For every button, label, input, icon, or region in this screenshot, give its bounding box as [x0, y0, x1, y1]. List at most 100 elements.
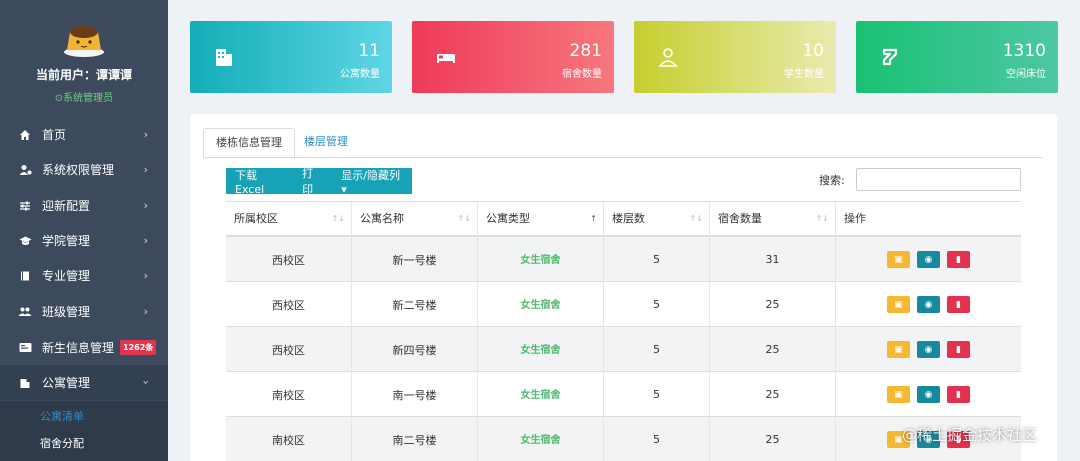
sort-asc-icon: ↑	[590, 214, 597, 223]
book-icon	[18, 269, 32, 283]
cell-floors: 5	[604, 417, 710, 461]
column-header-rooms[interactable]: 宿舍数量 ↑↓	[710, 202, 836, 237]
sort-icon: ↑↓	[689, 214, 703, 223]
sort-icon: ↑↓	[457, 214, 471, 223]
sidebar-item-class[interactable]: 班级管理 ›	[0, 294, 168, 329]
stat-value: 281	[569, 41, 602, 61]
submenu-apartment-list[interactable]: 公寓清单	[40, 408, 84, 424]
submenu-dorm-allocation[interactable]: 宿舍分配	[40, 435, 84, 451]
delete-button[interactable]: ▮	[947, 341, 970, 358]
sidebar-item-apartment[interactable]: 公寓管理 ›	[0, 365, 168, 400]
table-toolbar: 下载Excel 打印 显示/隐藏列▾	[226, 165, 412, 197]
sort-icon: ↑↓	[331, 214, 345, 223]
sidebar-item-major[interactable]: 专业管理 ›	[0, 258, 168, 293]
column-header-name[interactable]: 公寓名称 ↑↓	[352, 202, 478, 237]
chevron-right-icon: ›	[143, 269, 148, 282]
sidebar-item-permissions[interactable]: 系统权限管理 ›	[0, 152, 168, 187]
cell-actions: ▣ ◉ ▮	[836, 282, 1021, 327]
sidebar-item-label: 公寓管理	[42, 376, 91, 390]
cell-type: 女生宿舍	[478, 327, 604, 372]
sidebar-item-freshman-info[interactable]: 新生信息管理 1262条	[0, 330, 168, 365]
table-header: 所属校区 ↑↓ 公寓名称 ↑↓ 公寓类型 ↑ 楼层数 ↑↓ 宿舍数量 ↑↓ 操作	[226, 202, 1021, 237]
chevron-right-icon: ›	[143, 163, 148, 176]
column-header-floors[interactable]: 楼层数 ↑↓	[604, 202, 710, 237]
cell-rooms: 25	[710, 417, 836, 461]
column-header-type[interactable]: 公寓类型 ↑	[478, 202, 604, 237]
graduation-cap-icon	[18, 234, 32, 248]
chevron-down-icon: ›	[139, 380, 153, 385]
vacancy-icon	[882, 48, 898, 66]
search-input[interactable]	[856, 168, 1021, 191]
edit-icon: ▣	[894, 254, 903, 265]
view-button[interactable]: ◉	[917, 341, 940, 358]
cell-campus: 西校区	[226, 282, 352, 327]
user-icon	[658, 48, 678, 67]
edit-button[interactable]: ▣	[887, 251, 910, 268]
cell-type: 女生宿舍	[478, 417, 604, 461]
edit-button[interactable]: ▣	[887, 386, 910, 403]
table-row: 西校区 新二号楼 女生宿舍 5 25 ▣ ◉ ▮	[226, 282, 1021, 327]
stat-label: 空闲床位	[1006, 69, 1046, 80]
cell-rooms: 31	[710, 237, 836, 282]
delete-button[interactable]: ▮	[947, 386, 970, 403]
edit-icon: ▣	[894, 344, 903, 355]
watermark: @稀土掘金技术社区	[902, 426, 1038, 444]
edit-button[interactable]: ▣	[887, 341, 910, 358]
cell-campus: 南校区	[226, 372, 352, 417]
building-icon	[18, 376, 32, 390]
cell-campus: 南校区	[226, 417, 352, 461]
sidebar-item-label: 迎新配置	[42, 199, 91, 213]
toggle-columns-button[interactable]: 显示/隐藏列▾	[332, 167, 412, 196]
delete-button[interactable]: ▮	[947, 251, 970, 268]
building-icon	[216, 49, 232, 66]
print-button[interactable]: 打印	[293, 165, 332, 197]
stat-label: 公寓数量	[340, 69, 380, 80]
cell-actions: ▣ ◉ ▮	[836, 237, 1021, 282]
cell-campus: 西校区	[226, 237, 352, 282]
cell-floors: 5	[604, 282, 710, 327]
delete-button[interactable]: ▮	[947, 296, 970, 313]
trash-icon: ▮	[956, 344, 961, 355]
column-header-campus[interactable]: 所属校区 ↑↓	[226, 202, 352, 237]
cell-actions: ▣ ◉ ▮	[836, 372, 1021, 417]
stat-card-vacant-beds: 1310 空闲床位	[856, 21, 1058, 93]
sidebar: 当前用户：谭谭谭 ⊙系统管理员 首页 › 系统权限管理 › 迎新配置 › 学院管…	[0, 0, 168, 461]
user-cog-icon	[18, 163, 32, 177]
eye-icon: ◉	[924, 389, 933, 400]
tab-building-info[interactable]: 楼栋信息管理	[203, 128, 295, 158]
view-button[interactable]: ◉	[917, 296, 940, 313]
edit-icon: ▣	[894, 389, 903, 400]
sidebar-item-welcome-config[interactable]: 迎新配置 ›	[0, 188, 168, 223]
stat-value: 1310	[1002, 41, 1046, 61]
sidebar-item-home[interactable]: 首页 ›	[0, 117, 168, 152]
cell-type: 女生宿舍	[478, 237, 604, 282]
eye-icon: ◉	[924, 254, 933, 265]
download-excel-button[interactable]: 下载Excel	[226, 167, 293, 196]
sidebar-item-label: 新生信息管理	[42, 341, 115, 355]
stat-value: 10	[802, 41, 824, 61]
sidebar-item-label: 专业管理	[42, 269, 91, 283]
edit-button[interactable]: ▣	[887, 296, 910, 313]
view-button[interactable]: ◉	[917, 386, 940, 403]
chevron-right-icon: ›	[143, 128, 148, 141]
cell-floors: 5	[604, 237, 710, 282]
tab-floor-management[interactable]: 楼层管理	[292, 128, 360, 158]
count-badge: 1262条	[120, 340, 157, 355]
apartment-submenu: 公寓清单 宿舍分配	[0, 401, 168, 461]
eye-icon: ◉	[924, 299, 933, 310]
apartment-table: 所属校区 ↑↓ 公寓名称 ↑↓ 公寓类型 ↑ 楼层数 ↑↓ 宿舍数量 ↑↓ 操作 西校区新…	[226, 201, 1021, 461]
sidebar-item-college[interactable]: 学院管理 ›	[0, 223, 168, 258]
cell-rooms: 25	[710, 327, 836, 372]
cell-floors: 5	[604, 327, 710, 372]
pudding-logo-icon	[64, 26, 104, 57]
cell-campus: 西校区	[226, 327, 352, 372]
cell-type: 女生宿舍	[478, 282, 604, 327]
cell-name: 南二号楼	[352, 417, 478, 461]
trash-icon: ▮	[956, 389, 961, 400]
view-button[interactable]: ◉	[917, 251, 940, 268]
cell-rooms: 25	[710, 372, 836, 417]
stat-label: 学生数量	[784, 69, 824, 80]
cell-name: 新四号楼	[352, 327, 478, 372]
cell-name: 新一号楼	[352, 237, 478, 282]
tab-divider	[203, 157, 1043, 158]
